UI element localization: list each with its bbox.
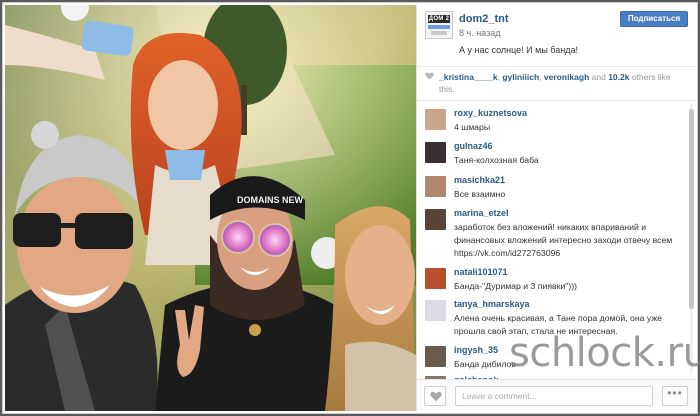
commenter-avatar[interactable] (425, 300, 446, 321)
post-header: ДОМ 2 dom2_tnt 8 ч. назад А у нас солнце… (417, 5, 696, 67)
commenter-avatar[interactable] (425, 346, 446, 367)
post-time: 8 ч. назад (459, 28, 501, 38)
comment-text: заработок без вложений! никаких впариван… (454, 222, 673, 258)
commenter-username[interactable]: ingysh_35 (454, 345, 498, 355)
heart-icon (425, 72, 434, 80)
commenter-username[interactable]: gulnaz46 (454, 141, 493, 151)
account-avatar[interactable]: ДОМ 2 (425, 11, 453, 39)
commenter-username[interactable]: tanya_hmarskaya (454, 299, 530, 309)
account-logo-text: ДОМ 2 (428, 15, 450, 23)
likes-count[interactable]: 10.2k (608, 72, 629, 82)
comment-input[interactable] (455, 386, 653, 406)
watermark: schlock.ru (509, 330, 700, 376)
comment-text: 4 шмары (454, 122, 491, 132)
comment-text: Банда-"Дуримар и 3 пиявки"))) (454, 281, 578, 291)
likes-text: _kristina____k, gyliniiich, veronikagh a… (439, 71, 685, 95)
likes-separator: and (589, 72, 609, 82)
commenter-avatar[interactable] (425, 176, 446, 197)
follow-button[interactable]: Подписаться (620, 11, 688, 27)
logo-stripe (428, 25, 450, 29)
commenter-avatar[interactable] (425, 268, 446, 289)
commenter-username[interactable]: marina_etzel (454, 208, 509, 218)
commenter-avatar[interactable] (425, 109, 446, 130)
commenter-avatar[interactable] (425, 142, 446, 163)
liker-link[interactable]: gyliniiich (502, 72, 539, 82)
commenter-username[interactable]: masichka21 (454, 175, 505, 185)
comment-bar: ••• (417, 379, 696, 411)
beanie-text: DOMAINS NEW (237, 195, 304, 205)
comment-text: Все взаимно (454, 189, 506, 199)
comment-text: Таня-колхозная баба (454, 155, 539, 165)
commenter-username[interactable]: natali101071 (454, 267, 508, 277)
account-username[interactable]: dom2_tnt (459, 13, 509, 25)
heart-icon (430, 391, 442, 402)
logo-base (431, 31, 447, 35)
liker-link[interactable]: veronikagh (544, 72, 589, 82)
liker-link[interactable]: _kristina____k (439, 72, 498, 82)
selfie-image: DOMAINS NEW (5, 5, 416, 411)
commenter-avatar[interactable] (425, 209, 446, 230)
likes-summary: _kristina____k, gyliniiich, veronikagh a… (417, 67, 696, 101)
more-options-button[interactable]: ••• (662, 386, 688, 406)
commenter-username[interactable]: roxy_kuznetsova (454, 108, 527, 118)
post-caption: А у нас солнце! И мы банда! (459, 45, 578, 55)
scrollbar-thumb[interactable] (689, 109, 694, 309)
like-button[interactable] (424, 386, 446, 406)
post-photo[interactable]: DOMAINS NEW (5, 5, 416, 411)
